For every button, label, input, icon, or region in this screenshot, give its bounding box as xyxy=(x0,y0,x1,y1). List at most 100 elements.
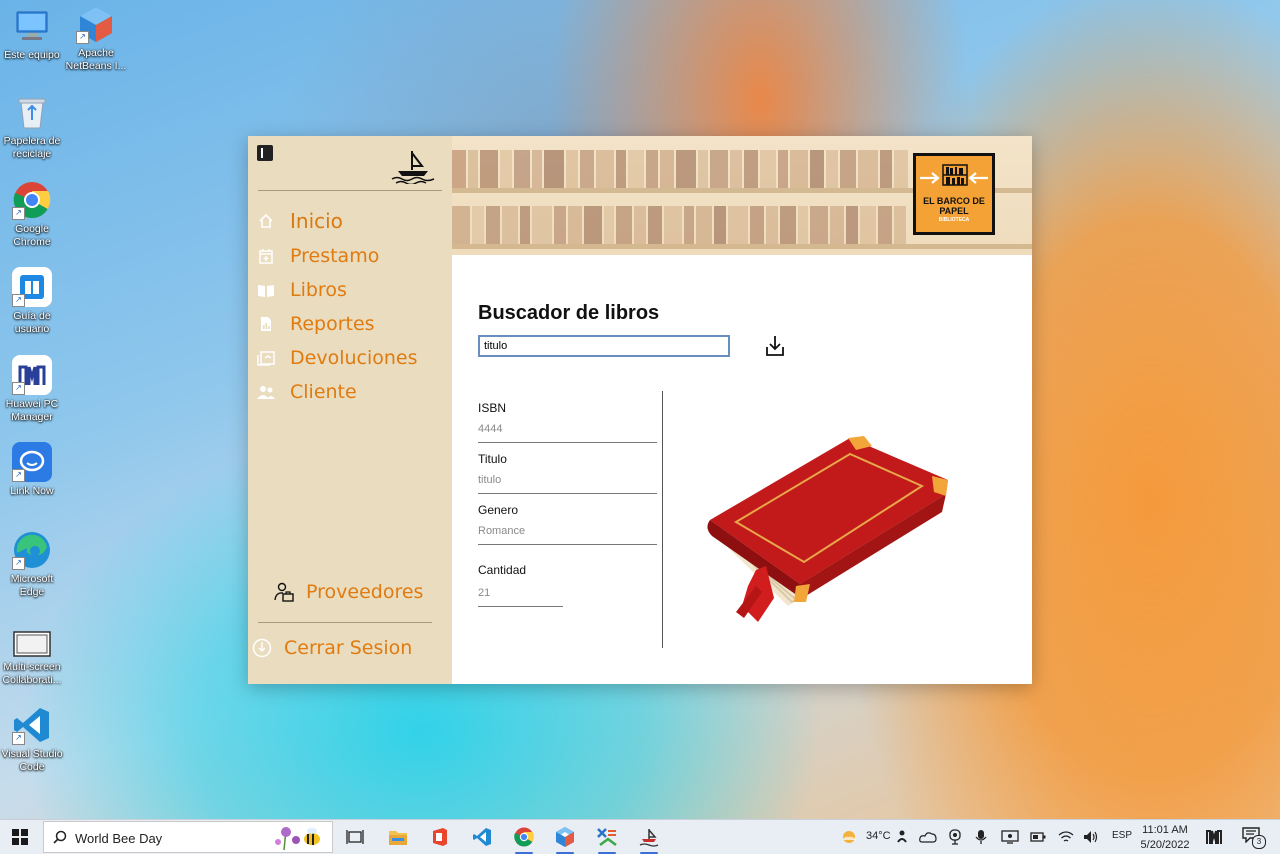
battery-icon[interactable] xyxy=(1030,832,1046,842)
office-icon xyxy=(433,828,447,846)
sidebar-divider xyxy=(258,622,432,623)
library-app-icon xyxy=(639,829,659,847)
taskbar-chrome[interactable] xyxy=(512,825,536,854)
field-underline xyxy=(478,493,657,494)
desktop-icon-netbeans[interactable]: ↗ Apache NetBeans I... xyxy=(64,4,128,73)
cantidad-label: Cantidad xyxy=(478,563,527,577)
sidebar-item-proveedores[interactable]: Proveedores xyxy=(274,578,423,606)
titulo-label: Titulo xyxy=(478,452,507,466)
windows-start-icon[interactable] xyxy=(12,829,28,845)
sidebar-item-label: Libros xyxy=(290,279,347,301)
desktop-icon-vscode[interactable]: ↗ Visual Studio Code xyxy=(0,705,64,774)
logo-title-line2: PAPEL xyxy=(939,206,969,216)
multi-screen-icon xyxy=(12,630,52,658)
bee-day-icon xyxy=(275,827,320,851)
download-icon[interactable] xyxy=(764,334,786,358)
book-illustration xyxy=(707,436,948,622)
task-view-button[interactable] xyxy=(343,825,367,849)
desktop-icon-label: Multi-screen Collaborati... xyxy=(2,661,62,686)
taskbar: World Bee Day 34°C ESP 11:01 AM 5/20/202… xyxy=(0,819,1280,854)
huawei-pc-manager-tray-icon[interactable] xyxy=(1205,829,1223,845)
library-app-window: Inicio Prestamo Libros Reportes Devoluci… xyxy=(248,136,1032,684)
taskbar-netbeans[interactable] xyxy=(553,825,577,854)
logout-icon xyxy=(252,638,272,658)
desktop-icon-chrome[interactable]: ↗ Google Chrome xyxy=(0,180,64,249)
desktop-icon-label: Huawei PC Manager xyxy=(5,398,59,423)
logo-title-line1: EL BARCO DE xyxy=(923,196,985,206)
wifi-icon[interactable] xyxy=(1058,830,1074,844)
vscode-icon xyxy=(473,828,491,846)
logo-title: EL BARCO DE PAPEL xyxy=(916,196,992,216)
home-icon xyxy=(256,211,276,231)
boat-logo-icon xyxy=(391,151,435,184)
chrome-icon xyxy=(514,827,534,847)
field-underline xyxy=(478,544,657,545)
isbn-label: ISBN xyxy=(478,401,507,415)
microphone-icon[interactable] xyxy=(975,829,987,845)
sidebar-item-reportes[interactable]: Reportes xyxy=(256,310,375,338)
desktop-icon-huawei-pc-manager[interactable]: ↗ Huawei PC Manager xyxy=(0,355,64,424)
clock-time: 11:01 AM xyxy=(1142,824,1188,836)
vscode-icon: ↗ xyxy=(12,705,52,745)
desktop-icon-label: Visual Studio Code xyxy=(1,748,63,773)
weather-temperature[interactable]: 34°C xyxy=(866,830,891,842)
sidebar-item-libros[interactable]: Libros xyxy=(256,276,347,304)
sidebar-item-inicio[interactable]: Inicio xyxy=(256,207,343,235)
logout-label: Cerrar Sesion xyxy=(284,637,413,659)
volume-icon[interactable] xyxy=(1083,830,1099,844)
webcam-icon[interactable] xyxy=(948,829,962,845)
input-language[interactable]: ESP xyxy=(1112,830,1132,841)
sidebar-collapse-icon[interactable] xyxy=(257,145,273,161)
sidebar-item-cliente[interactable]: Cliente xyxy=(256,378,357,406)
arrows-decoration-icon xyxy=(920,172,988,184)
desktop-icon-label: Microsoft Edge xyxy=(10,573,54,598)
weather-icon[interactable] xyxy=(840,828,858,846)
sidebar-item-devoluciones[interactable]: Devoluciones xyxy=(256,344,418,372)
taskbar-search-text: World Bee Day xyxy=(75,831,163,846)
report-icon xyxy=(256,314,276,334)
recycle-bin-icon xyxy=(12,92,52,132)
desktop-icon-recycle-bin[interactable]: Papelera de reciclaje xyxy=(0,92,64,161)
huawei-pc-manager-icon: ↗ xyxy=(12,355,52,395)
onedrive-icon[interactable] xyxy=(919,831,937,843)
taskbar-java-app[interactable] xyxy=(595,825,619,854)
taskbar-vscode[interactable] xyxy=(470,825,494,849)
sidebar: Inicio Prestamo Libros Reportes Devoluci… xyxy=(248,136,452,684)
desktop-icon-este-equipo[interactable]: Este equipo xyxy=(0,6,64,62)
taskbar-search-box[interactable]: World Bee Day xyxy=(43,821,333,853)
isbn-value: 4444 xyxy=(478,423,503,435)
taskbar-library-app[interactable] xyxy=(637,825,661,854)
logout-button[interactable]: Cerrar Sesion xyxy=(252,634,412,662)
display-settings-icon[interactable] xyxy=(1001,830,1019,844)
desktop-icon-label: Google Chrome xyxy=(13,223,51,248)
notification-center-button[interactable]: 3 xyxy=(1242,827,1266,849)
sidebar-item-prestamo[interactable]: Prestamo xyxy=(256,242,379,270)
netbeans-icon xyxy=(556,827,574,847)
taskbar-clock[interactable]: 11:01 AM 5/20/2022 xyxy=(1135,823,1195,853)
users-icon xyxy=(256,382,276,402)
sidebar-item-label: Prestamo xyxy=(290,245,380,267)
banner-bookshelf: EL BARCO DE PAPEL BIBLIOTECA xyxy=(452,136,1032,255)
computer-icon xyxy=(12,6,52,46)
netbeans-icon: ↗ xyxy=(76,4,116,44)
desktop-icon-multi-screen[interactable]: Multi-screen Collaborati... xyxy=(0,630,64,687)
desktop-icon-link-now[interactable]: ↗ Link Now xyxy=(0,442,64,498)
desktop-icon-edge[interactable]: ↗ Microsoft Edge xyxy=(0,530,64,599)
people-icon[interactable] xyxy=(897,830,907,844)
search-icon xyxy=(53,830,67,844)
desktop-icon-guia-usuario[interactable]: ↗ Guía de usuario xyxy=(0,267,64,336)
java-app-icon xyxy=(597,828,617,846)
titulo-value: titulo xyxy=(478,474,502,486)
taskbar-file-explorer[interactable] xyxy=(386,825,410,849)
sidebar-item-label: Proveedores xyxy=(306,581,424,603)
logo-subtitle: BIBLIOTECA xyxy=(938,217,970,223)
sidebar-divider xyxy=(258,190,442,191)
field-underline xyxy=(478,606,563,607)
link-now-icon: ↗ xyxy=(12,442,52,482)
search-input[interactable] xyxy=(478,335,730,357)
taskbar-office[interactable] xyxy=(428,825,452,849)
returns-icon xyxy=(256,348,276,368)
desktop-icon-label: Guía de usuario xyxy=(13,310,51,335)
cantidad-value: 21 xyxy=(478,587,491,599)
shelf-board xyxy=(452,244,1032,249)
